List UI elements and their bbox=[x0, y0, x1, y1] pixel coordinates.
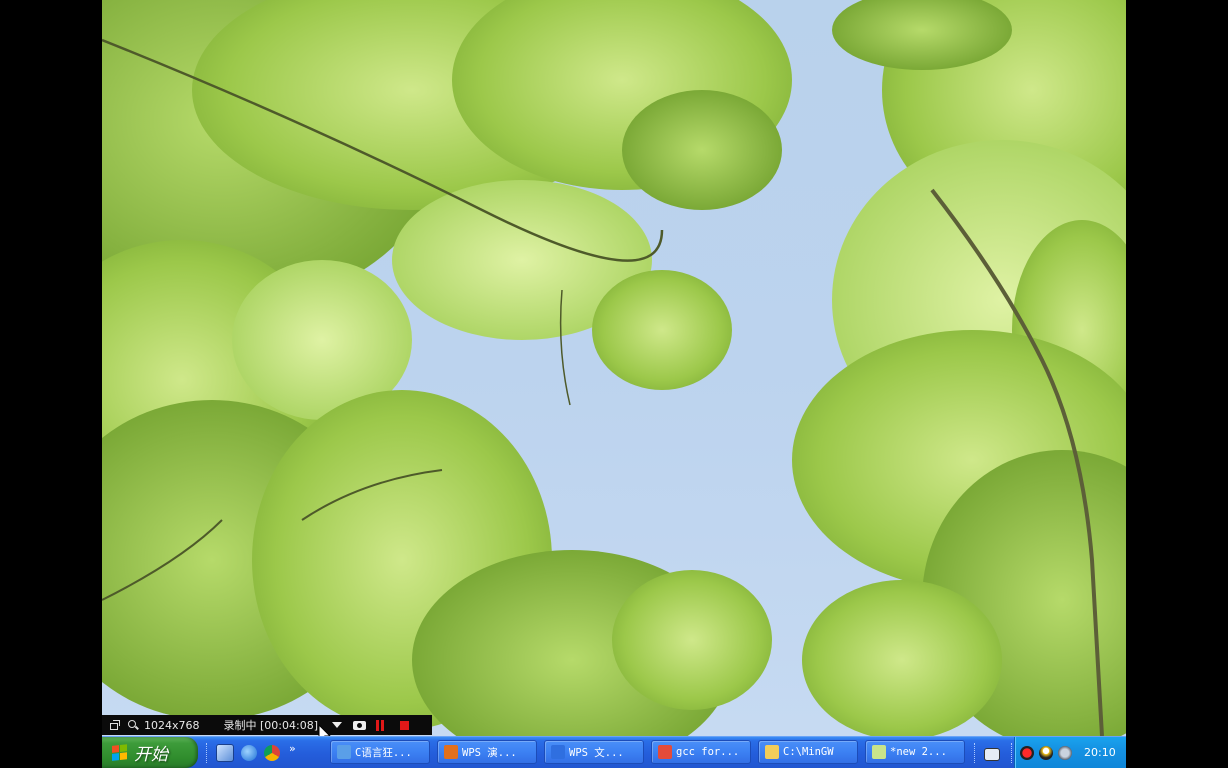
taskbar-button[interactable]: gcc for... bbox=[651, 740, 751, 764]
wps-writer-icon bbox=[551, 745, 565, 759]
recording-resolution: 1024x768 bbox=[144, 718, 200, 732]
keyboard-icon[interactable] bbox=[984, 747, 1000, 761]
start-button[interactable]: 开始 bbox=[102, 737, 198, 768]
taskbar-button[interactable]: C语言狂... bbox=[330, 740, 430, 764]
taskbar-button-label: C:\MinGW bbox=[783, 746, 834, 758]
taskbar-button-label: *new 2... bbox=[890, 746, 947, 758]
camera-icon[interactable] bbox=[352, 720, 366, 730]
stop-icon[interactable] bbox=[399, 720, 409, 730]
restore-window-icon[interactable] bbox=[110, 720, 120, 730]
toolbar-grip[interactable] bbox=[974, 743, 978, 763]
task-buttons: C语言狂... WPS 演... WPS 文... gcc for... C:\MinG… bbox=[330, 740, 972, 766]
taskbar: 开始 » C语言狂... WPS 演... WPS 文... gcc for... C:… bbox=[102, 736, 1126, 768]
taskbar-button[interactable]: *new 2... bbox=[865, 740, 965, 764]
toolbar-grip[interactable] bbox=[206, 743, 210, 763]
chrome-icon bbox=[658, 745, 672, 759]
desktop-screen: 1024x768 录制中 [00:04:08] 开始 » C语言狂... WPS… bbox=[102, 0, 1126, 768]
system-tray: 20:10 bbox=[1014, 737, 1126, 768]
c-language-app-icon bbox=[337, 745, 351, 759]
record-icon[interactable] bbox=[1020, 745, 1034, 760]
taskbar-button-label: WPS 文... bbox=[569, 746, 624, 759]
leaves-wallpaper-image bbox=[102, 0, 1126, 736]
taskbar-button-label: WPS 演... bbox=[462, 746, 517, 759]
taskbar-button-label: C语言狂... bbox=[355, 746, 412, 759]
windows-logo-icon bbox=[112, 743, 128, 762]
volume-icon[interactable] bbox=[1058, 745, 1072, 760]
start-label: 开始 bbox=[134, 745, 168, 765]
recording-status: 录制中 [00:04:08] bbox=[223, 719, 318, 732]
internet-explorer-icon[interactable] bbox=[241, 745, 257, 761]
chevron-down-icon[interactable] bbox=[331, 722, 342, 728]
screen-recorder-toolbar: 1024x768 录制中 [00:04:08] bbox=[102, 715, 432, 735]
wps-presentation-icon bbox=[444, 745, 458, 759]
quick-launch-bar: » bbox=[206, 741, 296, 765]
qq-penguin-icon[interactable] bbox=[1039, 745, 1053, 760]
taskbar-button-label: gcc for... bbox=[676, 746, 740, 758]
taskbar-button[interactable]: C:\MinGW bbox=[758, 740, 858, 764]
desktop-wallpaper bbox=[102, 0, 1126, 736]
taskbar-button[interactable]: WPS 演... bbox=[437, 740, 537, 764]
notepad-icon bbox=[872, 745, 886, 759]
folder-icon bbox=[765, 745, 779, 759]
taskbar-button[interactable]: WPS 文... bbox=[544, 740, 644, 764]
clock: 20:10 bbox=[1084, 746, 1116, 759]
zoom-icon[interactable] bbox=[128, 719, 139, 731]
chrome-icon[interactable] bbox=[264, 745, 280, 761]
pause-icon[interactable] bbox=[375, 719, 385, 731]
quick-launch-overflow[interactable]: » bbox=[289, 742, 296, 755]
show-desktop-icon[interactable] bbox=[216, 744, 234, 762]
